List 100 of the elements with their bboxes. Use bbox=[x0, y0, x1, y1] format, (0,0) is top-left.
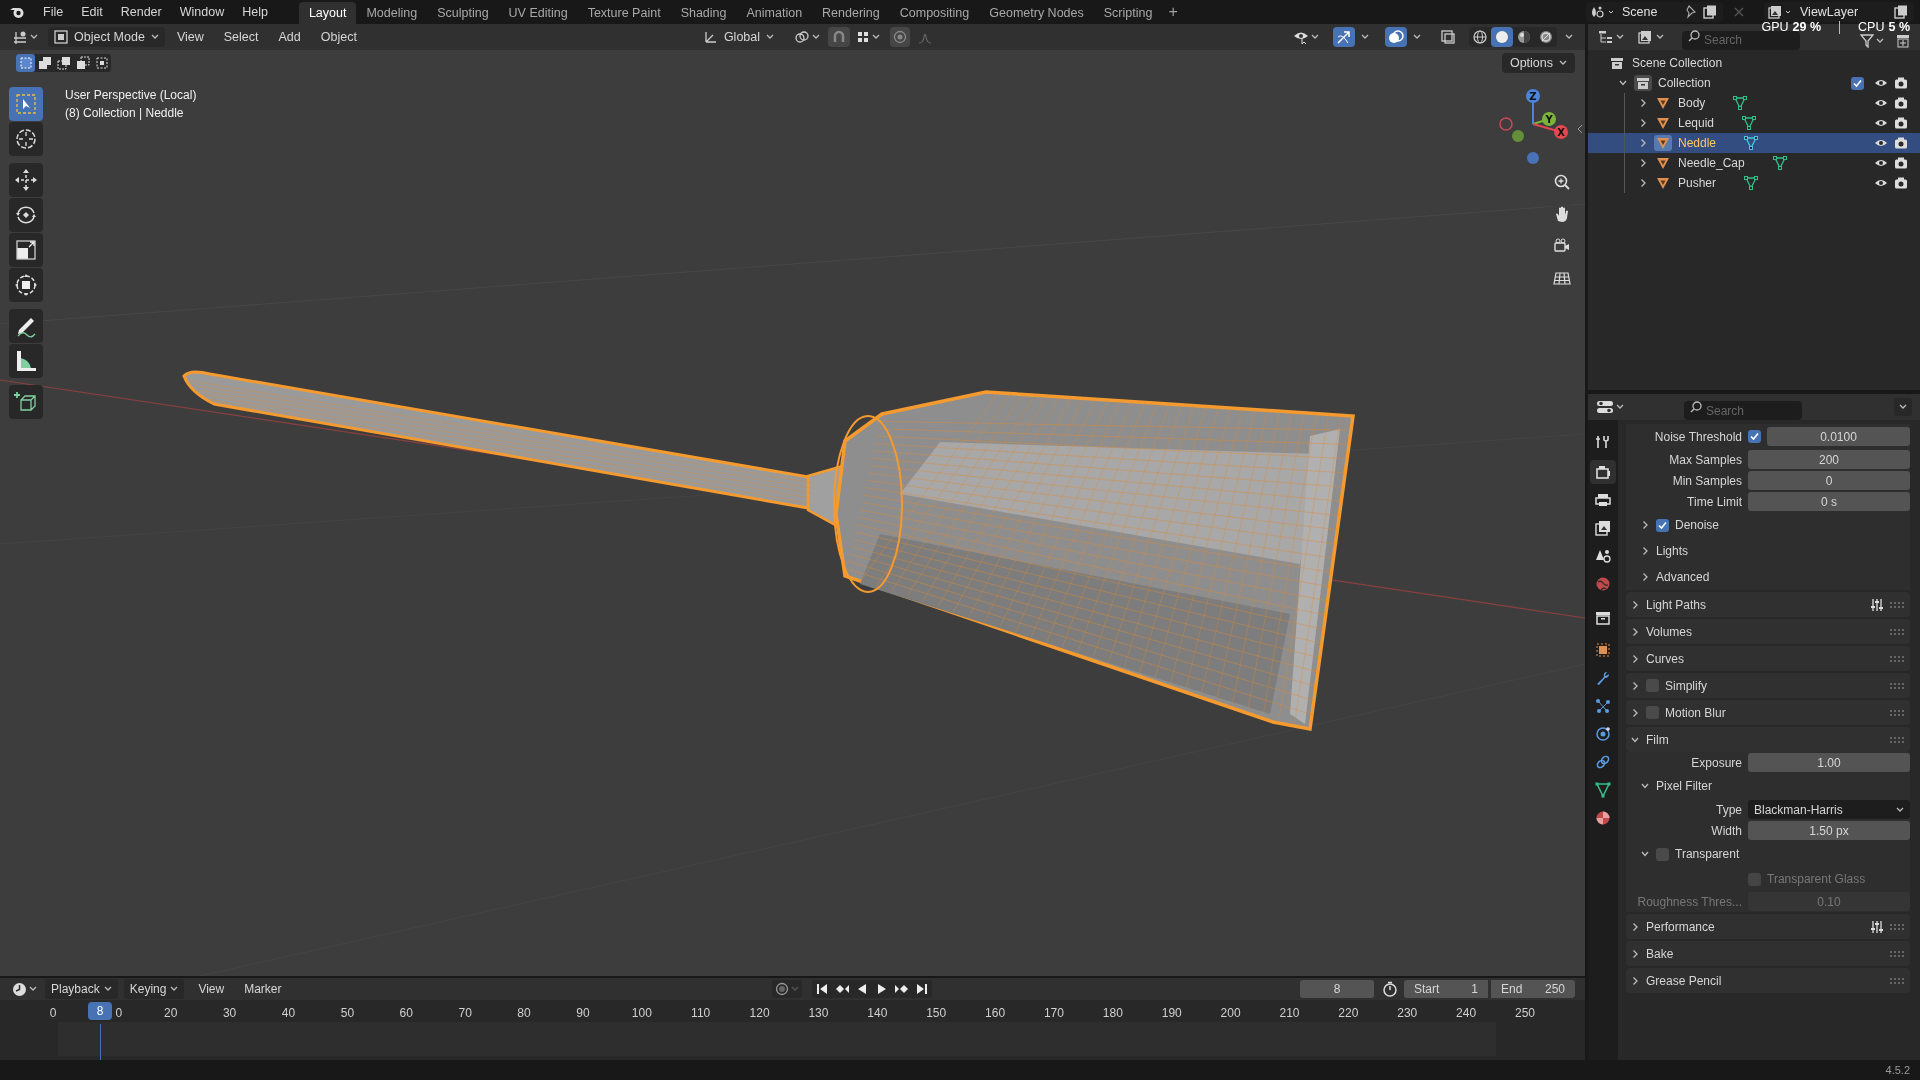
workspace-tab[interactable]: Compositing bbox=[889, 2, 980, 24]
checkbox[interactable] bbox=[1656, 847, 1669, 861]
checkbox[interactable] bbox=[1656, 518, 1669, 532]
close-icon[interactable] bbox=[1734, 7, 1744, 17]
chevron-right-icon[interactable] bbox=[1630, 948, 1640, 959]
subpanel-header[interactable]: Transparent bbox=[1626, 841, 1910, 867]
checkbox[interactable] bbox=[1646, 679, 1659, 692]
tool-button[interactable] bbox=[9, 344, 43, 378]
pin-icon[interactable] bbox=[1685, 5, 1697, 19]
drag-handle-icon[interactable] bbox=[1890, 682, 1904, 689]
copy-icon[interactable] bbox=[1894, 5, 1908, 19]
number-field[interactable]: 1.00 bbox=[1748, 753, 1910, 772]
orientation-dropdown[interactable]: Global bbox=[697, 27, 781, 47]
logo-icon[interactable] bbox=[9, 5, 25, 19]
auto-keying-button[interactable] bbox=[771, 980, 802, 998]
end-frame-field[interactable]: End 250 bbox=[1491, 980, 1575, 998]
dropdown-field[interactable]: Blackman-Harris bbox=[1748, 800, 1910, 819]
options-dropdown[interactable] bbox=[1894, 398, 1912, 416]
checkbox[interactable] bbox=[1851, 76, 1864, 90]
chevron-down-icon[interactable] bbox=[1618, 78, 1628, 88]
mode-dropdown[interactable]: Object Mode bbox=[48, 27, 165, 47]
drag-handle-icon[interactable] bbox=[1890, 709, 1904, 716]
drag-handle-icon[interactable] bbox=[1890, 736, 1904, 743]
chevron-right-icon[interactable] bbox=[1630, 921, 1640, 932]
subpanel-header[interactable]: Pixel Filter bbox=[1626, 773, 1910, 799]
selection-mode-button[interactable] bbox=[54, 54, 73, 72]
camera-icon[interactable] bbox=[1894, 77, 1908, 89]
outliner-row[interactable]: Pusher bbox=[1588, 173, 1920, 193]
checkbox[interactable] bbox=[1748, 430, 1761, 443]
properties-tab[interactable] bbox=[1590, 460, 1616, 484]
playhead-marker[interactable]: 8 bbox=[88, 1002, 113, 1020]
eye-icon[interactable] bbox=[1874, 78, 1888, 88]
outliner-row[interactable]: Body bbox=[1588, 93, 1920, 113]
menu-item[interactable]: Edit bbox=[72, 1, 112, 23]
display-mode-button[interactable] bbox=[1638, 30, 1664, 44]
outliner-item[interactable]: Scene Collection bbox=[1632, 54, 1723, 72]
outliner-row[interactable]: Needle_Cap bbox=[1588, 153, 1920, 173]
tool-button[interactable] bbox=[9, 122, 43, 156]
camera-icon[interactable] bbox=[1894, 97, 1908, 109]
editor-type-button[interactable] bbox=[1598, 30, 1624, 44]
filter-button[interactable] bbox=[1860, 34, 1884, 48]
number-field[interactable]: 0 s bbox=[1748, 492, 1910, 511]
workspace-tab[interactable]: Geometry Nodes bbox=[979, 2, 1094, 24]
eye-icon[interactable] bbox=[1874, 98, 1888, 108]
panel-header[interactable]: Grease Pencil bbox=[1626, 968, 1910, 993]
presets-sliders-icon[interactable] bbox=[1870, 597, 1884, 612]
timeline-track[interactable] bbox=[58, 1022, 1496, 1056]
copy-icon[interactable] bbox=[1703, 5, 1717, 19]
workspace-tab[interactable]: Scripting bbox=[1093, 2, 1163, 24]
workspace-tab[interactable]: UV Editing bbox=[498, 2, 578, 24]
view-layer-selector[interactable]: ViewLayer bbox=[1764, 2, 1914, 22]
eye-icon[interactable] bbox=[1874, 158, 1888, 168]
snap-button[interactable] bbox=[828, 27, 851, 47]
camera-icon[interactable] bbox=[1894, 157, 1908, 169]
number-field[interactable]: 200 bbox=[1748, 450, 1910, 469]
workspace-tab[interactable]: Modeling bbox=[356, 2, 428, 24]
menu-item[interactable]: Window bbox=[170, 1, 234, 23]
current-frame-field[interactable]: 8 bbox=[1300, 980, 1374, 998]
start-frame-field[interactable]: Start 1 bbox=[1404, 980, 1488, 998]
tool-button[interactable] bbox=[9, 309, 43, 343]
workspace-tab[interactable]: Layout bbox=[298, 2, 357, 24]
negative-axis-handle[interactable] bbox=[1527, 152, 1539, 164]
chevron-right-icon[interactable] bbox=[1640, 572, 1650, 582]
timeline-menu[interactable]: Keying bbox=[123, 979, 185, 999]
tool-button[interactable] bbox=[9, 268, 43, 302]
drag-handle-icon[interactable] bbox=[1890, 977, 1904, 984]
gizmo-toggle[interactable] bbox=[1333, 27, 1355, 47]
chevron-right-icon[interactable] bbox=[1630, 653, 1640, 664]
eye-icon[interactable] bbox=[1874, 138, 1888, 148]
search-field[interactable]: Search bbox=[1684, 401, 1802, 420]
editor-type-button[interactable] bbox=[10, 981, 39, 997]
search-field[interactable]: Search bbox=[1682, 30, 1800, 50]
panel-header[interactable]: Bake bbox=[1626, 941, 1910, 966]
drag-handle-icon[interactable] bbox=[1890, 628, 1904, 635]
outliner-item[interactable]: Collection bbox=[1658, 74, 1845, 92]
drag-handle-icon[interactable] bbox=[1890, 923, 1904, 930]
outliner-row[interactable]: Lequid bbox=[1588, 113, 1920, 133]
panel-header[interactable]: Simplify bbox=[1626, 673, 1910, 698]
menu-item[interactable]: Add bbox=[270, 27, 309, 47]
chevron-right-icon[interactable] bbox=[1630, 975, 1640, 986]
timeline-menu[interactable]: Marker bbox=[238, 979, 288, 999]
chevron-right-icon[interactable] bbox=[1630, 680, 1640, 691]
number-field[interactable]: 0.0100 bbox=[1767, 427, 1910, 446]
add-workspace-button[interactable]: + bbox=[1162, 0, 1184, 24]
stopwatch-icon[interactable] bbox=[1382, 981, 1398, 997]
options-dropdown[interactable]: Options bbox=[1501, 53, 1575, 73]
panel-header[interactable]: Motion Blur bbox=[1626, 700, 1910, 725]
subpanel-header[interactable]: Lights bbox=[1626, 538, 1910, 564]
chevron-right-icon[interactable] bbox=[1640, 520, 1650, 530]
axis-handle[interactable]: X bbox=[1532, 123, 1568, 139]
eye-icon[interactable] bbox=[1874, 178, 1888, 188]
drag-handle-icon[interactable] bbox=[1890, 655, 1904, 662]
menu-item[interactable]: View bbox=[168, 27, 212, 47]
timeline-menu[interactable]: View bbox=[192, 979, 231, 999]
eye-icon[interactable] bbox=[1874, 118, 1888, 128]
subpanel-header[interactable]: Denoise bbox=[1626, 512, 1910, 538]
chevron-down-icon[interactable] bbox=[1640, 781, 1650, 791]
camera-icon[interactable] bbox=[1894, 117, 1908, 129]
workspace-tab[interactable]: Animation bbox=[736, 2, 813, 24]
proportional-edit-button[interactable] bbox=[890, 27, 911, 47]
